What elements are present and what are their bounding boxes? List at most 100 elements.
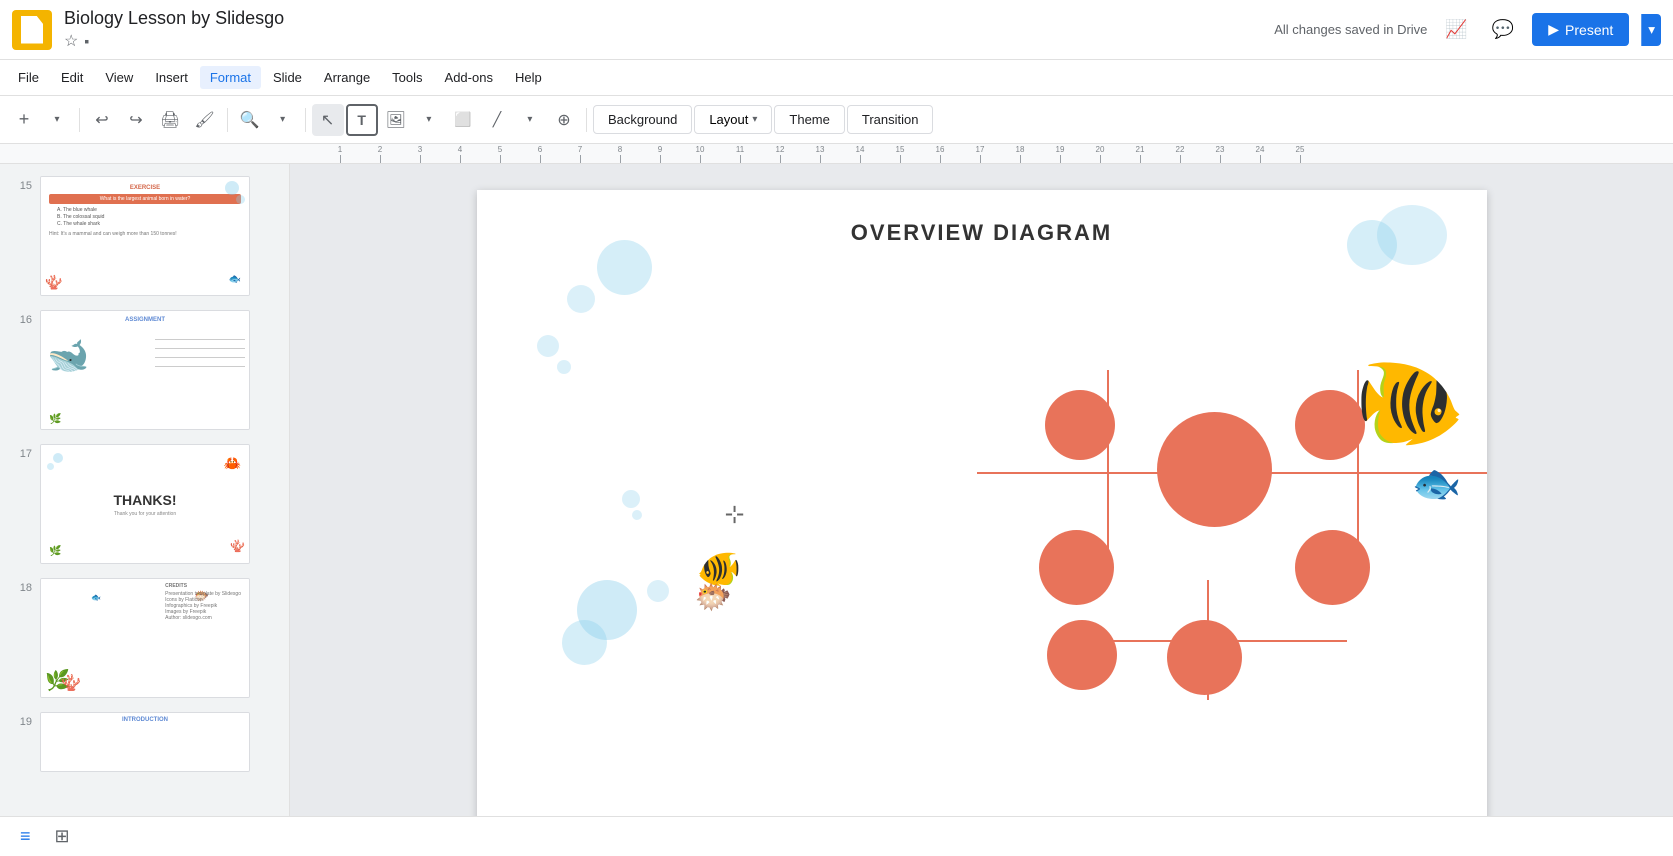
slide-thumb-17[interactable]: 17 THANKS! Thank you for your attention … [8, 440, 281, 568]
content-area: 15 EXERCISE What is the largest animal b… [0, 164, 1673, 856]
present-label: Present [1565, 22, 1613, 38]
separator-3 [305, 108, 306, 132]
slide-num-15: 15 [12, 176, 32, 192]
undo-button[interactable]: ↩ [86, 104, 118, 136]
header-right: All changes saved in Drive 📈 💬 ▶ Present… [1274, 13, 1661, 46]
redo-button[interactable]: ↪ [120, 104, 152, 136]
doc-title-actions: ☆ ▪ [64, 31, 1274, 51]
circle-tl [1045, 390, 1115, 460]
menu-slide[interactable]: Slide [263, 66, 312, 89]
activity-button[interactable]: 📈 [1439, 13, 1473, 46]
bottom-bar: ≡ ⊞ [0, 816, 1673, 856]
background-button[interactable]: Background [593, 105, 692, 134]
list-view-button[interactable]: ≡ [12, 822, 39, 851]
menu-arrange[interactable]: Arrange [314, 66, 380, 89]
menu-file[interactable]: File [8, 66, 49, 89]
bubble-tr2 [1377, 205, 1447, 265]
bubble-1 [597, 240, 652, 295]
circle-bbl [1047, 620, 1117, 690]
slide-img-18: 🌿 🪸 🐡 CREDITS Presentation template by S… [40, 578, 250, 698]
layout-group: Layout ▾ [694, 105, 772, 134]
transition-button[interactable]: Transition [847, 105, 934, 134]
layout-button[interactable]: Layout [709, 112, 748, 127]
menu-bar: File Edit View Insert Format Slide Arran… [0, 60, 1673, 96]
slide-thumb-16[interactable]: 16 ASSIGNMENT 🐋 🌿 [8, 306, 281, 434]
slide-canvas: OVERVIEW DIAGRAM [477, 190, 1487, 830]
circle-center [1157, 412, 1272, 527]
slide-img-17: THANKS! Thank you for your attention 🦀 🪸… [40, 444, 250, 564]
slide-num-19: 19 [12, 712, 32, 728]
more-shapes-button[interactable]: ⊕ [548, 104, 580, 136]
slide-img-15: EXERCISE What is the largest animal born… [40, 176, 250, 296]
folder-icon[interactable]: ▪ [84, 33, 89, 49]
add-dropdown[interactable]: ▾ [41, 104, 73, 136]
layout-arrow: ▾ [752, 114, 757, 125]
slide-num-16: 16 [12, 310, 32, 326]
zoom-group: 🔍 ▾ [234, 104, 299, 136]
add-toolbar-group: + ▾ [8, 104, 73, 136]
menu-tools[interactable]: Tools [382, 66, 432, 89]
present-dropdown[interactable]: ▾ [1641, 14, 1661, 46]
bubble-4 [557, 360, 571, 374]
image-tool-group: 🖼 ▾ [380, 104, 445, 136]
image-tool[interactable]: 🖼 [380, 104, 412, 136]
bubble-6 [632, 510, 642, 520]
separator-4 [586, 108, 587, 132]
menu-format[interactable]: Format [200, 66, 261, 89]
line-tool[interactable]: ╱ [481, 104, 513, 136]
slide-thumb-15[interactable]: 15 EXERCISE What is the largest animal b… [8, 172, 281, 300]
title-bar: Biology Lesson by Slidesgo ☆ ▪ All chang… [0, 0, 1673, 60]
bubble-5 [622, 490, 640, 508]
zoom-dropdown[interactable]: ▾ [267, 104, 299, 136]
fish-tropical-2: 🐟 [1412, 460, 1462, 507]
slide-panel[interactable]: 15 EXERCISE What is the largest animal b… [0, 164, 290, 856]
zoom-button[interactable]: 🔍 [234, 104, 266, 136]
menu-view[interactable]: View [95, 66, 143, 89]
paint-format-button[interactable]: 🖌 [188, 104, 220, 136]
add-button[interactable]: + [8, 104, 40, 136]
theme-button[interactable]: Theme [774, 105, 844, 134]
fish-tropical-1: 🐠 [1354, 350, 1466, 455]
menu-addons[interactable]: Add-ons [435, 66, 503, 89]
star-icon[interactable]: ☆ [64, 31, 78, 51]
doc-title: Biology Lesson by Slidesgo [64, 8, 1274, 29]
slide-num-18: 18 [12, 578, 32, 594]
slide-img-19: INTRODUCTION [40, 712, 250, 772]
shape-tool[interactable]: ⬜ [447, 104, 479, 136]
circle-bl [1039, 530, 1114, 605]
textbox-tool[interactable]: T [346, 104, 378, 136]
slide-thumb-18[interactable]: 18 🌿 🪸 🐡 CREDITS Presentation template b… [8, 574, 281, 702]
image-dropdown[interactable]: ▾ [413, 104, 445, 136]
comments-button[interactable]: 💬 [1486, 13, 1520, 46]
slide-num-17: 17 [12, 444, 32, 460]
grid-view-button[interactable]: ⊞ [47, 822, 78, 851]
slide-editor: OVERVIEW DIAGRAM [290, 164, 1673, 856]
ruler-content: // Ruler marks will be generated by JS b… [320, 144, 1320, 163]
select-tool[interactable]: ↖ [312, 104, 344, 136]
present-icon: ▶ [1548, 21, 1559, 38]
fish-clown-2: 🐡 [695, 580, 732, 615]
bubble-9 [562, 620, 607, 665]
toolbar: + ▾ ↩ ↪ 🖨 🖌 🔍 ▾ ↖ T 🖼 ▾ ⬜ ╱ ▾ ⊕ Backgrou… [0, 96, 1673, 144]
circle-br [1295, 530, 1370, 605]
slide-thumb-19[interactable]: 19 INTRODUCTION [8, 708, 281, 776]
bubble-3 [537, 335, 559, 357]
move-cursor-indicator: ⊹ [725, 500, 745, 529]
ruler: // Ruler marks will be generated by JS b… [0, 144, 1673, 164]
circle-bbr [1167, 620, 1242, 695]
menu-edit[interactable]: Edit [51, 66, 93, 89]
present-button[interactable]: ▶ Present [1532, 13, 1629, 46]
app-icon [12, 10, 52, 50]
separator-2 [227, 108, 228, 132]
save-status: All changes saved in Drive [1274, 22, 1427, 37]
line-dropdown[interactable]: ▾ [514, 104, 546, 136]
bubble-2 [567, 285, 595, 313]
print-button[interactable]: 🖨 [154, 104, 186, 136]
separator-1 [79, 108, 80, 132]
bubble-8 [647, 580, 669, 602]
menu-help[interactable]: Help [505, 66, 552, 89]
menu-insert[interactable]: Insert [145, 66, 198, 89]
line-tool-group: ╱ ▾ [481, 104, 546, 136]
slide-img-16: ASSIGNMENT 🐋 🌿 [40, 310, 250, 430]
doc-title-area: Biology Lesson by Slidesgo ☆ ▪ [64, 8, 1274, 51]
